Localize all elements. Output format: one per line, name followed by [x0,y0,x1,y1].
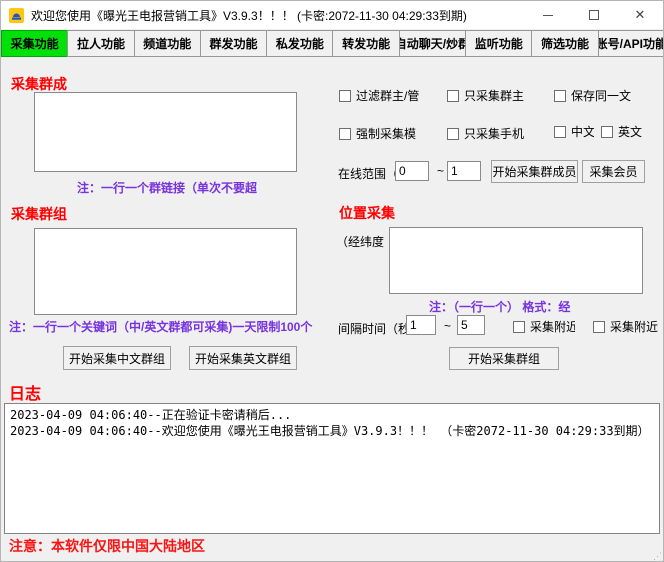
tab-bar: 采集功能 拉人功能 频道功能 群发功能 私发功能 转发功能 自动聊天/炒群 监听… [1,30,664,57]
checkbox-collect-nearby-2[interactable]: 采集附近 [593,318,658,335]
close-icon: ✕ [635,7,646,23]
interval-label: 间隔时间（秒 [338,320,408,337]
checkbox-collect-nearby-1[interactable]: 采集附近 [513,318,575,335]
section-heading-collect-members: 采集群成 [11,74,67,94]
checkbox-label: 英文 [618,123,642,140]
footer-warning: 注意：本软件仅限中国大陆地区 [9,537,529,553]
only-phone-checkbox[interactable] [447,128,459,140]
tab-auto-chat[interactable]: 自动聊天/炒群 [399,30,466,57]
checkbox-filter-owner-admin[interactable]: 过滤群主/管 [339,87,419,104]
online-range-to-input[interactable] [447,161,481,181]
checkbox-label: 强制采集模 [356,125,416,142]
online-range-label: 在线范围（ [338,165,398,182]
tab-channel[interactable]: 频道功能 [134,30,201,57]
start-collect-cn-groups-button[interactable]: 开始采集中文群组 [63,346,171,370]
checkbox-label: 只采集群主 [464,87,524,104]
location-note: 注：（一行一个） 格式：经 [429,298,643,315]
maximize-button[interactable] [571,1,617,29]
minimize-button[interactable] [525,1,571,29]
tab-account-api[interactable]: 账号/API功能 [598,30,664,57]
app-icon [9,8,24,23]
minimize-icon [543,15,553,16]
checkbox-label: 中文 [571,123,594,140]
collect-members-note: 注：一行一个群链接（单次不要超 [77,179,331,196]
keywords-textarea[interactable] [34,228,297,315]
section-heading-collect-groups: 采集群组 [11,204,67,224]
coords-label: （经纬度 [336,233,389,250]
interval-to-input[interactable] [457,315,485,335]
window-controls: ✕ [525,1,663,29]
collect-vip-button[interactable]: 采集会员 [582,160,645,183]
tab-collect[interactable]: 采集功能 [1,30,68,57]
tab-group-send[interactable]: 群发功能 [200,30,267,57]
log-line: 2023-04-09 04:06:40--正在验证卡密请稍后... [10,407,654,423]
start-collect-location-groups-button[interactable]: 开始采集群组 [449,347,559,370]
tab-forward[interactable]: 转发功能 [332,30,399,57]
log-output[interactable]: 2023-04-09 04:06:40--正在验证卡密请稍后... 2023-0… [4,403,660,534]
chinese-checkbox[interactable] [554,126,566,138]
tab-pull-users[interactable]: 拉人功能 [67,30,134,57]
checkbox-label: 保存同一文 [571,87,631,104]
coords-textarea[interactable] [389,227,643,294]
checkbox-force-collect[interactable]: 强制采集模 [339,125,416,142]
interval-from-input[interactable] [406,315,436,335]
log-heading: 日志 [9,380,41,404]
range-tilde: ~ [437,164,444,178]
tab-filter[interactable]: 筛选功能 [531,30,598,57]
maximize-icon [589,10,599,20]
only-owner-checkbox[interactable] [447,90,459,102]
start-collect-en-groups-button[interactable]: 开始采集英文群组 [189,346,297,370]
app-window: 欢迎您使用《曝光王电报营销工具》V3.9.3！！！ (卡密:2072-11-30… [0,0,664,562]
checkbox-chinese[interactable]: 中文 [554,123,594,140]
checkbox-label: 采集附近 [610,318,658,335]
window-title: 欢迎您使用《曝光王电报营销工具》V3.9.3！！！ (卡密:2072-11-30… [31,7,525,24]
collect-groups-note: 注：一行一个关键词（中/英文群都可采集)一天限制100个 [9,318,331,335]
checkbox-only-phone[interactable]: 只采集手机 [447,125,524,142]
collect-nearby-2-checkbox[interactable] [593,321,605,333]
tab-private-send[interactable]: 私发功能 [266,30,333,57]
start-collect-members-button[interactable]: 开始采集群成员 [491,160,578,183]
english-checkbox[interactable] [601,126,613,138]
close-button[interactable]: ✕ [617,1,663,29]
resize-grip[interactable]: ⋰ [653,552,662,561]
force-collect-checkbox[interactable] [339,128,351,140]
checkbox-label: 过滤群主/管 [356,87,419,104]
checkbox-only-owner[interactable]: 只采集群主 [447,87,524,104]
checkbox-save-same-file[interactable]: 保存同一文 [554,87,631,104]
log-line: 2023-04-09 04:06:40--欢迎您使用《曝光王电报营销工具》V3.… [10,423,654,439]
online-range-from-input[interactable] [395,161,429,181]
checkbox-label: 采集附近 [530,318,575,335]
save-same-file-checkbox[interactable] [554,90,566,102]
interval-tilde: ~ [444,319,451,333]
checkbox-english[interactable]: 英文 [601,123,642,140]
group-links-textarea[interactable] [34,92,297,172]
tab-monitor[interactable]: 监听功能 [465,30,532,57]
filter-owner-admin-checkbox[interactable] [339,90,351,102]
section-heading-location-collect: 位置采集 [339,203,395,223]
title-bar: 欢迎您使用《曝光王电报营销工具》V3.9.3！！！ (卡密:2072-11-30… [1,1,663,29]
checkbox-label: 只采集手机 [464,125,524,142]
collect-nearby-1-checkbox[interactable] [513,321,525,333]
